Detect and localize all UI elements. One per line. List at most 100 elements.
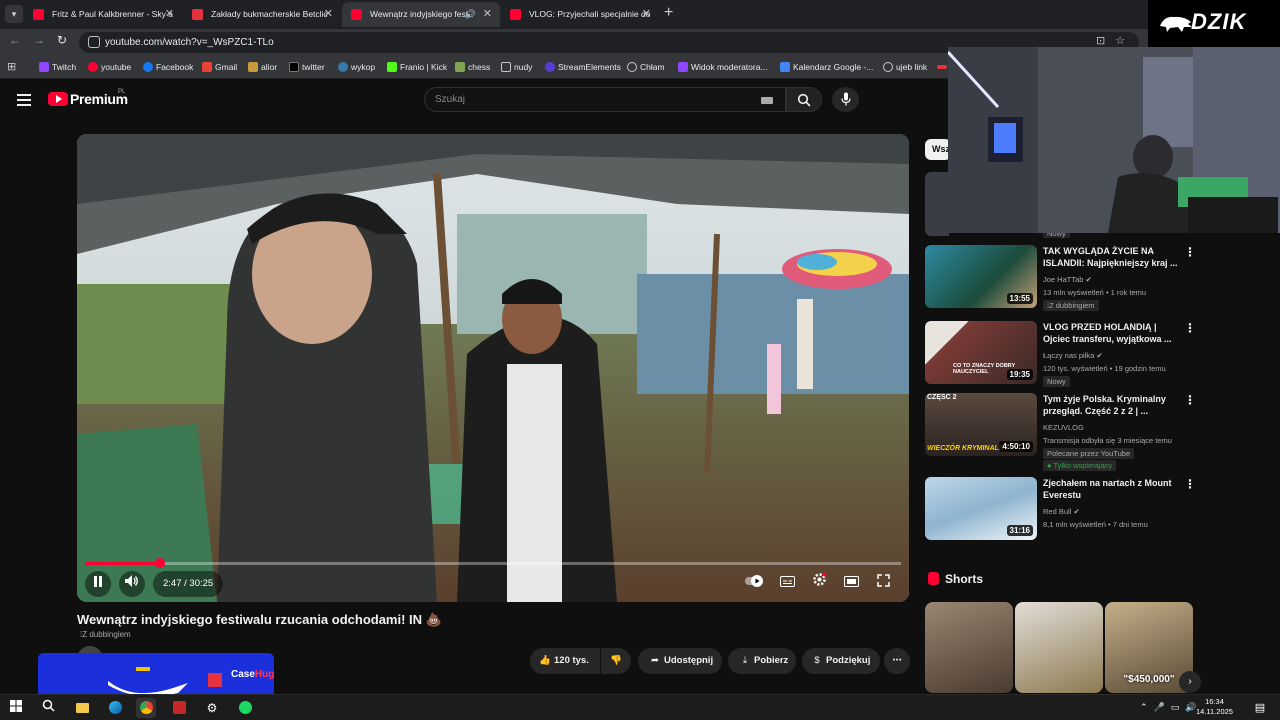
more-actions-button[interactable]: ⋯ — [884, 648, 910, 674]
close-icon[interactable]: ✕ — [324, 2, 333, 27]
bookmark-youtube[interactable]: youtube — [88, 55, 131, 79]
autoplay-toggle[interactable] — [741, 571, 767, 597]
recommendation-item[interactable]: CZĘŚĆ 2 WIECZÓR KRYMINALNY 4:50:10 Tym ż… — [925, 393, 1196, 473]
apps-grid-icon[interactable]: ⊞ — [7, 55, 16, 79]
like-button[interactable]: 👍 120 tys. — [530, 648, 600, 674]
new-tab-button[interactable]: + — [664, 4, 673, 22]
more-vert-icon[interactable]: ⋮ — [1184, 321, 1196, 335]
download-label: Pobierz — [754, 655, 789, 666]
close-icon[interactable]: ✕ — [642, 2, 651, 27]
edge-button[interactable] — [105, 698, 125, 718]
spotify-button[interactable] — [235, 698, 255, 718]
chrome-button[interactable] — [136, 698, 156, 718]
browser-tab-2[interactable]: Zakłady bukmacherskie Betclic ✕ — [183, 2, 341, 27]
theater-mode-button[interactable] — [838, 571, 864, 597]
site-info-icon[interactable] — [88, 36, 100, 48]
download-button[interactable]: ⤓ Pobierz — [728, 648, 796, 674]
start-button[interactable] — [6, 698, 26, 718]
progress-scrubber[interactable] — [155, 558, 166, 568]
bookmark-facebook[interactable]: Facebook — [143, 55, 193, 79]
progress-bar[interactable] — [85, 558, 901, 568]
bookmark-kalendarz[interactable]: Kalendarz Google -... — [780, 55, 873, 79]
more-vert-icon[interactable]: ⋮ — [1184, 393, 1196, 407]
bookmark-widok-moderatora[interactable]: Widok moderatora... — [678, 55, 768, 79]
channel-name[interactable]: Red Bull ✔ — [1043, 507, 1080, 516]
casehug-brand-a: Case — [231, 669, 255, 680]
system-tray-icons[interactable]: ⌃🎤▭🔊 — [1140, 702, 1202, 713]
partial-thumbnail[interactable] — [925, 172, 949, 236]
file-explorer-button[interactable] — [72, 698, 92, 718]
recommendation-title[interactable]: TAK WYGLĄDA ŻYCIE NA ISLANDII: Najpiękni… — [1043, 245, 1181, 269]
bookmark-twitter[interactable]: twitter — [289, 55, 325, 79]
recommendation-item[interactable]: 13:55 TAK WYGLĄDA ŻYCIE NA ISLANDII: Naj… — [925, 245, 1196, 311]
video-thumbnail[interactable]: 31:16 — [925, 477, 1037, 540]
bookmark-ujeb-link[interactable]: ujeb link — [883, 55, 927, 79]
bookmark-chlam[interactable]: Chłam — [627, 55, 665, 79]
forward-arrow-icon[interactable]: → — [33, 33, 45, 47]
search-button[interactable] — [786, 87, 822, 112]
tab-search-button[interactable]: ▾ — [5, 5, 23, 23]
speaker-icon[interactable]: 🔊 — [465, 2, 476, 27]
reload-icon[interactable]: ↻ — [57, 33, 67, 47]
settings-button[interactable] — [806, 571, 832, 597]
duration-badge: 19:35 — [1006, 369, 1033, 380]
bookmark-wykop[interactable]: wykop — [338, 55, 375, 79]
install-and-bookmark-icons[interactable]: ⊡☆ — [1096, 34, 1135, 47]
bookmark-overflow[interactable] — [937, 55, 947, 79]
browser-tab-1[interactable]: Fritz & Paul Kalkbrenner - Sky a ✕ — [24, 2, 182, 27]
bookmark-gmail[interactable]: Gmail — [202, 55, 237, 79]
thanks-button[interactable]: $ Podziękuj — [802, 648, 880, 674]
video-player[interactable]: 2:47 / 30:25 — [77, 134, 909, 602]
subtitles-button[interactable] — [774, 571, 800, 597]
system-clock[interactable]: 16:34 14.11.2025 — [1196, 697, 1233, 717]
back-arrow-icon[interactable]: ← — [9, 33, 21, 47]
short-item[interactable] — [925, 602, 1013, 693]
bookmark-streamelements[interactable]: StreamElements — [545, 55, 621, 79]
recommendation-title[interactable]: Tym żyje Polska. Kryminalny przegląd. Cz… — [1043, 393, 1181, 417]
short-item[interactable] — [1015, 602, 1103, 693]
bookmark-label: Chłam — [640, 62, 665, 72]
bookmark-alior[interactable]: alior — [248, 55, 277, 79]
bookmark-twitch[interactable]: Twitch — [39, 55, 76, 79]
keyboard-icon[interactable] — [761, 97, 773, 104]
volume-button[interactable] — [119, 571, 145, 597]
url-text[interactable]: youtube.com/watch?v=_WsPZC1-TLo — [105, 32, 274, 53]
subtitles-icon — [779, 576, 795, 587]
pause-button[interactable] — [85, 571, 111, 597]
recommendation-item[interactable]: CO TO ZNACZY DOBRY NAUCZYCIEL 19:35 VLOG… — [925, 321, 1196, 387]
channel-name[interactable]: Joe HaTTab ✔ — [1043, 275, 1092, 284]
fullscreen-button[interactable] — [870, 571, 896, 597]
voice-search-button[interactable] — [832, 87, 859, 112]
shorts-next-button[interactable]: › — [1179, 671, 1201, 693]
channel-name[interactable]: KEZUVLOG — [1043, 423, 1084, 432]
chess-icon — [455, 62, 465, 72]
search-input[interactable]: Szukaj — [424, 87, 786, 112]
browser-tab-3[interactable]: Wewnątrz indyjskiego festi 🔊 ✕ — [342, 2, 500, 27]
recommendation-title[interactable]: Zjechałem na nartach z Mount Everestu — [1043, 477, 1181, 501]
video-thumbnail[interactable]: 13:55 — [925, 245, 1037, 308]
video-thumbnail[interactable]: CO TO ZNACZY DOBRY NAUCZYCIEL 19:35 — [925, 321, 1037, 384]
recommendation-title[interactable]: VLOG PRZED HOLANDIĄ | Ojciec transferu, … — [1043, 321, 1181, 345]
app-button[interactable] — [169, 698, 189, 718]
recommendation-item[interactable]: 31:16 Zjechałem na nartach z Mount Evere… — [925, 477, 1196, 543]
thumbs-up-icon: 👍 — [539, 655, 551, 666]
channel-name[interactable]: Łączy nas piłka ✔ — [1043, 351, 1103, 360]
share-button[interactable]: ➦ Udostępnij — [638, 648, 722, 674]
more-vert-icon[interactable]: ⋮ — [1184, 245, 1196, 259]
browser-tab-4[interactable]: VLOG: Przyjechali specjalnie do ✕ — [501, 2, 659, 27]
search-taskbar-button[interactable] — [38, 698, 58, 718]
close-icon[interactable]: ✕ — [483, 2, 492, 27]
notifications-button[interactable]: ▤ — [1250, 698, 1270, 718]
youtube-logo-icon[interactable] — [48, 92, 68, 106]
close-icon[interactable]: ✕ — [165, 2, 174, 27]
casehug-banner: CaseHug — [38, 653, 274, 698]
bookmark-folder-nudy[interactable]: nudy — [501, 55, 532, 79]
kick-icon — [387, 62, 397, 72]
settings-taskbar-button[interactable]: ⚙ — [202, 698, 222, 718]
video-thumbnail[interactable]: CZĘŚĆ 2 WIECZÓR KRYMINALNY 4:50:10 — [925, 393, 1037, 456]
menu-icon[interactable] — [17, 94, 31, 109]
bookmark-chess[interactable]: chess — [455, 55, 490, 79]
bookmark-kick[interactable]: Franio | Kick — [387, 55, 447, 79]
more-vert-icon[interactable]: ⋮ — [1184, 477, 1196, 491]
dislike-button[interactable]: 👎 — [601, 648, 631, 674]
